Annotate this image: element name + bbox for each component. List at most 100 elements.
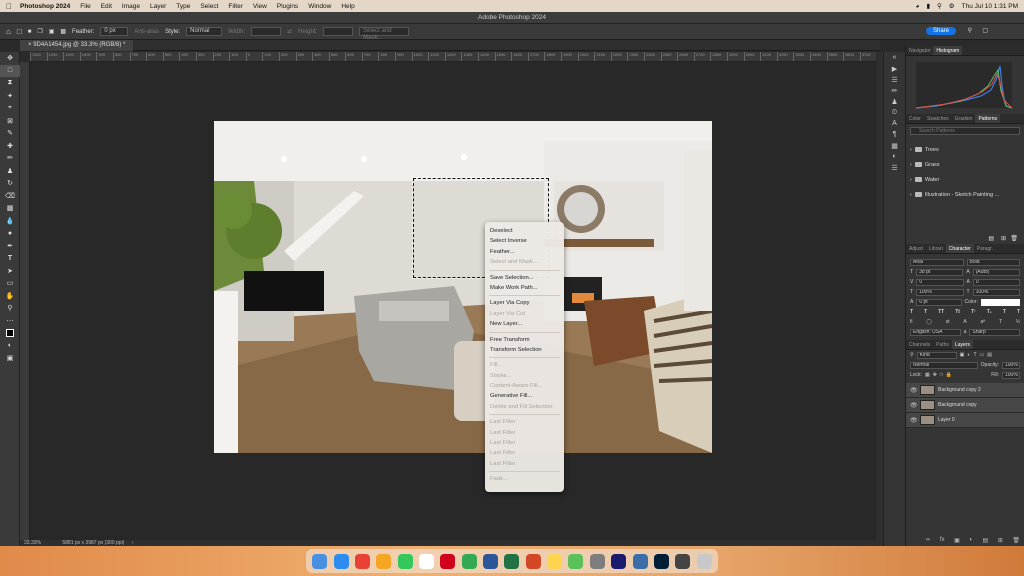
dock-chrome-icon[interactable] [354,553,370,569]
lock-position-icon[interactable]: ✥ [933,372,937,378]
chevron-right-icon[interactable]: › [910,177,912,183]
type-filter-icon[interactable]: T [973,352,976,358]
antialias-checkbox[interactable]: Anti-alias [134,29,159,35]
faux-bold-icon[interactable]: T [910,309,913,315]
tab-adjustments[interactable]: Adjust [906,244,926,253]
font-style-select[interactable]: Bold [966,258,1020,266]
opacity-input[interactable]: 100% [1002,361,1020,369]
dock-screen-icon[interactable] [675,553,691,569]
marquee-tool-preset-icon[interactable]: □ [17,27,22,36]
fraction-icon[interactable]: T [999,319,1002,325]
chevron-right-icon[interactable]: › [910,147,912,153]
layer-name[interactable]: Layer 0 [938,417,955,423]
titling-icon[interactable]: A [963,319,966,325]
add-mask-icon[interactable]: ▣ [954,537,960,544]
close-icon[interactable]: × [28,42,32,48]
new-group-icon[interactable]: ▤ [983,537,989,544]
width-input[interactable] [251,27,282,36]
wifi-icon[interactable]: ◕ [916,3,920,10]
share-button[interactable]: Share [925,27,956,35]
eye-icon[interactable]: 👁 [910,402,918,409]
libraries-icon[interactable]: ▦ [884,140,905,151]
menu-type[interactable]: Type [176,3,190,10]
pattern-folder-trees[interactable]: › Trees [906,142,1024,157]
dock-safari-icon[interactable] [333,553,349,569]
pen-tool-icon[interactable]: ✒ [0,240,20,253]
adjustments-icon[interactable]: ◐ [884,151,905,162]
apple-icon[interactable]:  [6,2,12,11]
lasso-tool-icon[interactable]: ⧗ [0,77,20,90]
shape-tool-icon[interactable]: ▭ [0,277,20,290]
search-icon[interactable]: ⚲ [937,2,942,10]
path-selection-tool-icon[interactable]: ➤ [0,265,20,278]
tab-patterns[interactable]: Patterns [975,114,1001,123]
context-menu-item[interactable]: Layer Via Copy [485,298,564,308]
swash-icon[interactable]: ◯ [926,319,932,325]
document-image[interactable] [214,121,712,453]
language-select[interactable]: English: USA [910,328,961,336]
brush-settings-icon[interactable]: ✏ [884,85,905,96]
eye-icon[interactable]: 👁 [910,417,918,424]
delete-layer-icon[interactable]: 🗑 [1012,537,1020,544]
layer-row[interactable]: 👁 Layer 0 [906,413,1024,428]
paragraph-icon[interactable]: ¶ [884,129,905,140]
menu-file[interactable]: File [80,3,90,10]
properties-icon[interactable]: ☰ [884,74,905,85]
frame-tool-icon[interactable]: ⊠ [0,115,20,128]
tab-swatches[interactable]: Swatches [924,114,952,123]
tab-paths[interactable]: Paths [933,340,952,349]
context-menu-item[interactable]: Transform Selection [485,345,564,355]
hand-tool-icon[interactable]: ✋ [0,290,20,303]
text-color-swatch[interactable] [980,298,1020,306]
dock-chrome-icon[interactable] [461,553,477,569]
lock-pixels-icon[interactable]: ▦ [925,372,930,378]
document-tab[interactable]: × 9D4A1454.jpg @ 33.3% (RGB/8) * [20,40,134,51]
crop-tool-icon[interactable]: ⌖ [0,102,20,115]
tab-gradients[interactable]: Gradien [952,114,976,123]
underline-icon[interactable]: T [1003,309,1006,315]
dock-facetime-icon[interactable] [397,553,413,569]
healing-brush-tool-icon[interactable]: ✚ [0,140,20,153]
baseline-input[interactable]: 0 pt [916,298,962,306]
battery-icon[interactable]: ▮ [926,2,930,10]
add-selection-icon[interactable]: ❐ [37,28,42,35]
history-brush-tool-icon[interactable]: ↻ [0,177,20,190]
font-size-input[interactable]: 38 pt [916,268,964,276]
layer-style-icon[interactable]: fx [940,537,945,544]
kerning-input[interactable]: 0 [916,278,964,286]
context-menu-item[interactable]: Free Transform [485,335,564,345]
dock-finder-icon[interactable] [312,553,328,569]
quick-mask-icon[interactable]: ◐ [0,340,20,353]
eye-icon[interactable]: 👁 [910,387,918,394]
intersect-selection-icon[interactable]: ▩ [60,28,66,35]
dock-notes-icon[interactable] [547,553,563,569]
quick-selection-tool-icon[interactable]: ✦ [0,90,20,103]
play-icon[interactable]: ▶ [884,63,905,74]
font-family-select[interactable]: Arial [910,258,964,266]
shape-filter-icon[interactable]: ▭ [980,352,985,358]
tracking-input[interactable]: 0 [972,278,1020,286]
tab-channels[interactable]: Channels [906,340,933,349]
clock[interactable]: Thu Jul 10 1:31 PM [962,3,1018,10]
pattern-folder-grass[interactable]: › Grass [906,157,1024,172]
layer-row[interactable]: 👁 Background copy 2 [906,383,1024,398]
workspace-icon[interactable]: ▢ [982,27,988,34]
dock-calendar-icon[interactable] [418,553,434,569]
new-layer-icon[interactable]: ⊞ [998,537,1003,544]
eraser-tool-icon[interactable]: ⌫ [0,190,20,203]
home-icon[interactable]: ⌂ [6,27,11,36]
dock-ps-icon[interactable] [653,553,669,569]
vertical-scale-input[interactable]: 100% [916,288,964,296]
fraction-half-icon[interactable]: ½ [1016,319,1020,325]
dock-acrobat-icon[interactable] [440,553,456,569]
adjustment-layer-icon[interactable]: ◐ [969,537,973,544]
subscript-icon[interactable]: T₁ [987,309,992,315]
menu-plugins[interactable]: Plugins [277,3,298,10]
superscript-icon[interactable]: T¹ [971,309,976,315]
subtract-selection-icon[interactable]: ▣ [49,28,55,35]
blend-mode-select[interactable]: Normal [910,361,978,369]
fill-input[interactable]: 100% [1002,371,1020,379]
tab-histogram[interactable]: Histogram [933,46,963,55]
style-select[interactable]: Normal [186,27,223,36]
search-icon[interactable]: ⚲ [968,27,972,34]
